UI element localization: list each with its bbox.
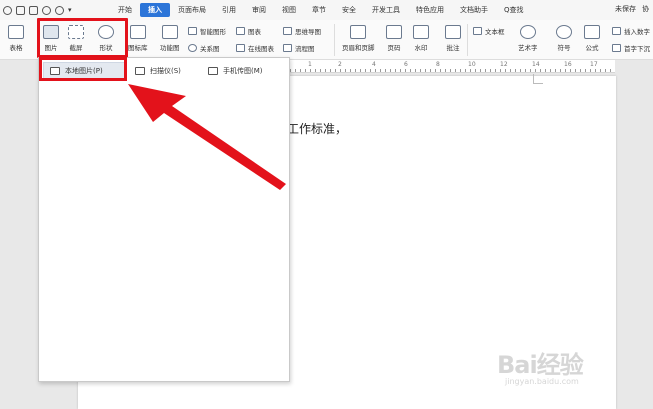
tab-review[interactable]: 审阅 [244, 3, 274, 17]
menu-item-scanner[interactable]: 扫描仪(S) [129, 62, 187, 79]
art-text-icon [519, 25, 536, 39]
relation-chart-button[interactable]: 关系图 [188, 43, 220, 53]
chart-button[interactable]: 图表 [236, 26, 261, 36]
art-text-button[interactable]: 艺术字 [518, 25, 538, 52]
save-icon[interactable] [3, 5, 12, 15]
tab-doc-assistant[interactable]: 文档助手 [452, 3, 496, 17]
menu-bar: ▾ 开始 插入 页面布局 引用 审阅 视图 章节 安全 开发工具 特色应用 文档… [0, 0, 653, 20]
mindmap-button[interactable]: 思维导图 [283, 26, 321, 36]
ruler-number: 16 [564, 61, 572, 68]
watermark-logo-text: Bai经验 [497, 351, 584, 379]
textbox-icon [473, 27, 482, 35]
page-number-icon [386, 25, 402, 39]
formula-button[interactable]: 公式 [584, 25, 600, 52]
function-chart-button[interactable]: 功能图 [160, 25, 180, 52]
tab-references[interactable]: 引用 [214, 3, 244, 17]
mindmap-icon [283, 27, 292, 35]
comment-icon [445, 25, 461, 39]
page-number-button[interactable]: 页码 [386, 25, 402, 52]
redo-icon[interactable] [55, 5, 64, 15]
flowchart-icon [283, 44, 292, 52]
online-chart-button[interactable]: 在线图表 [236, 43, 274, 53]
ruler-number: 6 [404, 61, 408, 68]
header-footer-button[interactable]: 页眉和页脚 [342, 25, 375, 52]
table-icon [8, 25, 24, 39]
horizontal-ruler[interactable]: 1 2 4 6 8 10 12 14 16 17 [290, 60, 615, 73]
tab-developer[interactable]: 开发工具 [364, 3, 408, 17]
watermark-icon [413, 25, 429, 39]
ribbon-divider [467, 24, 468, 56]
ruler-number: 12 [500, 61, 508, 68]
preview-icon[interactable] [29, 5, 38, 15]
print-icon[interactable] [16, 5, 25, 15]
ruler-number: 4 [372, 61, 376, 68]
watermark-logo: Bai经验 jingyan.baidu.com [497, 345, 584, 386]
header-footer-icon [350, 25, 367, 39]
tab-home[interactable]: 开始 [110, 3, 140, 17]
tab-insert[interactable]: 插入 [140, 3, 170, 17]
quick-access-toolbar: ▾ [0, 5, 110, 15]
margin-marker [533, 74, 543, 84]
comment-button[interactable]: 批注 [445, 25, 461, 52]
formula-icon [584, 25, 600, 39]
smart-graphic-button[interactable]: 智能图形 [188, 26, 226, 36]
menu-tabs: 开始 插入 页面布局 引用 审阅 视图 章节 安全 开发工具 特色应用 文档助手… [110, 3, 532, 17]
insert-number-icon [612, 27, 621, 35]
tab-search[interactable]: Q查找 [496, 3, 532, 17]
textbox-button[interactable]: 文本框 [473, 26, 505, 36]
function-chart-icon [161, 25, 178, 39]
menu-item-phone-transfer[interactable]: 手机传图(M) [202, 62, 269, 79]
ruler-number: 10 [468, 61, 476, 68]
tab-features[interactable]: 特色应用 [408, 3, 452, 17]
chevron-down-icon[interactable]: ▾ [68, 6, 72, 14]
drop-cap-icon [612, 44, 621, 52]
menu-right: 未保存 协 [615, 4, 649, 14]
drop-cap-button[interactable]: 首字下沉 [612, 43, 650, 53]
phone-image-icon [208, 66, 218, 75]
picture-button-highlight [37, 18, 128, 58]
chart-icon [236, 27, 245, 35]
watermark-button[interactable]: 水印 [413, 25, 429, 52]
ribbon-divider [334, 24, 335, 56]
collab-label[interactable]: 协 [642, 4, 649, 14]
tab-page-layout[interactable]: 页面布局 [170, 3, 214, 17]
symbol-button[interactable]: 符号 [556, 25, 572, 52]
watermark-url: jingyan.baidu.com [505, 377, 579, 386]
table-button[interactable]: 表格 [8, 25, 24, 52]
tab-security[interactable]: 安全 [334, 3, 364, 17]
icon-library-icon [129, 25, 146, 39]
insert-number-button[interactable]: 插入数字 [612, 26, 650, 36]
ruler-number: 8 [436, 61, 440, 68]
smart-graphic-icon [188, 27, 197, 35]
document-text[interactable]: 工作标准， [287, 120, 347, 137]
icon-library-button[interactable]: 图标库 [128, 25, 148, 52]
ruler-number: 14 [532, 61, 540, 68]
ruler-number: 1 [308, 61, 312, 68]
save-status[interactable]: 未保存 [615, 4, 636, 14]
picture-dropdown-menu: 本地图片(P) 扫描仪(S) 手机传图(M) [38, 57, 290, 382]
online-chart-icon [236, 44, 245, 52]
undo-icon[interactable] [42, 5, 51, 15]
scanner-icon [135, 66, 145, 75]
ruler-number: 2 [338, 61, 342, 68]
relation-chart-icon [188, 44, 197, 52]
tab-view[interactable]: 视图 [274, 3, 304, 17]
symbol-icon [556, 25, 572, 39]
tab-section[interactable]: 章节 [304, 3, 334, 17]
ruler-number: 17 [590, 61, 598, 68]
flowchart-button[interactable]: 流程图 [283, 43, 315, 53]
local-picture-highlight [39, 57, 127, 81]
